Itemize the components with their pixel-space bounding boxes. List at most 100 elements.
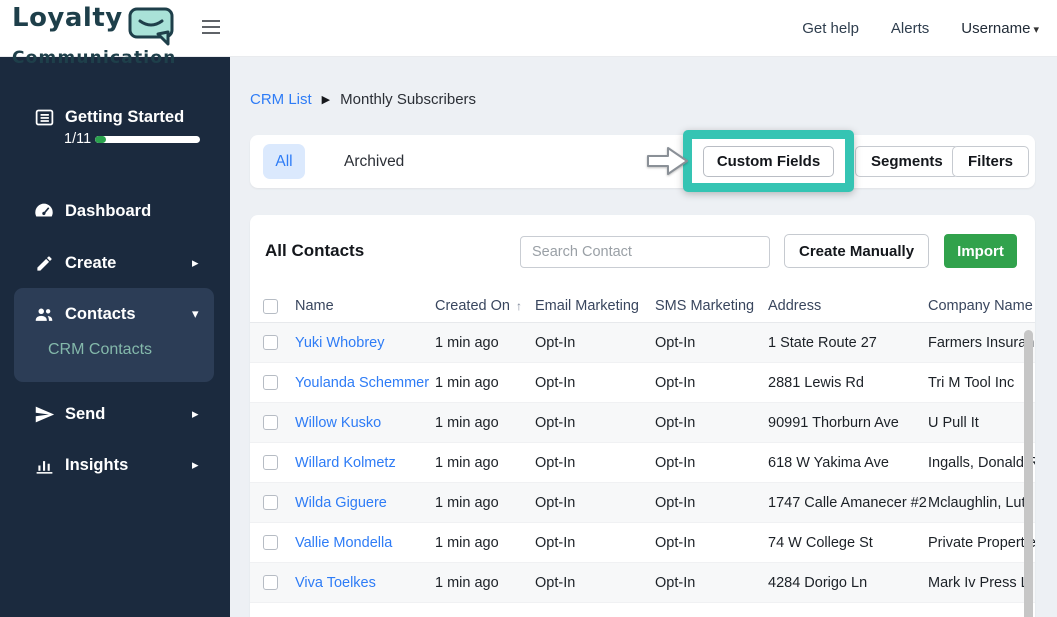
- segments-button[interactable]: Segments: [855, 146, 959, 177]
- annotation-arrow-icon: [647, 147, 688, 175]
- column-header-sms-marketing[interactable]: SMS Marketing: [655, 298, 768, 314]
- chevron-down-icon: ▾: [192, 306, 199, 321]
- cell-company-name: Ingalls, Donald R: [928, 454, 1035, 471]
- cell-created-on: 1 min ago: [435, 494, 499, 511]
- sidebar-item-getting-started[interactable]: Getting Started: [0, 104, 230, 130]
- table-row: Vallie Mondella 1 min ago Opt-In Opt-In …: [250, 523, 1035, 563]
- import-button[interactable]: Import: [944, 234, 1017, 268]
- alerts-link[interactable]: Alerts: [891, 20, 929, 37]
- column-header-email-marketing[interactable]: Email Marketing: [535, 298, 655, 314]
- cell-company-name: Mark Iv Press Lt: [928, 574, 1033, 591]
- breadcrumb-current: Monthly Subscribers: [340, 91, 477, 108]
- row-checkbox[interactable]: [263, 575, 278, 590]
- breadcrumb-crm-list-link[interactable]: CRM List: [250, 91, 312, 108]
- cell-created-on: 1 min ago: [435, 334, 499, 351]
- cell-email-marketing: Opt-In: [535, 334, 576, 351]
- getting-started-label: Getting Started: [65, 107, 185, 126]
- column-header-address[interactable]: Address: [768, 298, 928, 314]
- pencil-icon: [33, 252, 55, 274]
- create-manually-button[interactable]: Create Manually: [784, 234, 930, 268]
- contact-name-link[interactable]: Willow Kusko: [295, 415, 381, 431]
- chevron-right-icon: ▸: [192, 255, 199, 270]
- send-label: Send: [65, 404, 106, 423]
- cell-address: 4284 Dorigo Ln: [768, 574, 868, 591]
- cell-sms-marketing: Opt-In: [655, 574, 696, 591]
- cell-created-on: 1 min ago: [435, 534, 499, 551]
- table-row: Willow Kusko 1 min ago Opt-In Opt-In 909…: [250, 403, 1035, 443]
- select-all-checkbox[interactable]: [263, 298, 278, 314]
- top-bar: Loyalty Communication Get help Alerts Us…: [0, 0, 1057, 67]
- row-checkbox[interactable]: [263, 335, 278, 350]
- cell-email-marketing: Opt-In: [535, 374, 576, 391]
- row-checkbox[interactable]: [263, 535, 278, 550]
- cell-sms-marketing: Opt-In: [655, 414, 696, 431]
- dashboard-label: Dashboard: [65, 201, 152, 220]
- cell-address: 1 State Route 27: [768, 334, 877, 351]
- main-content: CRM List ▶ Monthly Subscribers All Archi…: [230, 57, 1057, 617]
- cell-address: 2881 Lewis Rd: [768, 374, 864, 391]
- cell-sms-marketing: Opt-In: [655, 454, 696, 471]
- contact-name-link[interactable]: Vallie Mondella: [295, 535, 392, 551]
- bar-chart-icon: [33, 454, 55, 476]
- cell-address: 1747 Calle Amanecer #2: [768, 494, 927, 511]
- get-help-link[interactable]: Get help: [802, 20, 859, 37]
- table-scrollbar-thumb[interactable]: [1024, 330, 1033, 617]
- contacts-panel: All Contacts Create Manually Import Name…: [250, 215, 1035, 617]
- cell-email-marketing: Opt-In: [535, 534, 576, 551]
- table-row: Youlanda Schemmer 1 min ago Opt-In Opt-I…: [250, 363, 1035, 403]
- search-input[interactable]: [520, 236, 770, 268]
- cell-company-name: U Pull It: [928, 414, 979, 431]
- row-checkbox[interactable]: [263, 375, 278, 390]
- cell-sms-marketing: Opt-In: [655, 334, 696, 351]
- annotation-highlight-box: Custom Fields: [683, 130, 854, 192]
- column-header-created-on[interactable]: Created On ↑: [435, 298, 535, 314]
- cell-company-name: Private Propertie: [928, 534, 1035, 551]
- dashboard-gauge-icon: [33, 200, 55, 222]
- insights-label: Insights: [65, 455, 129, 474]
- sidebar-item-dashboard[interactable]: Dashboard: [0, 198, 230, 224]
- filters-button[interactable]: Filters: [952, 146, 1030, 177]
- progress-fill: [95, 136, 106, 143]
- table-header-row: Name Created On ↑ Email Marketing SMS Mar…: [250, 290, 1035, 323]
- hamburger-menu-icon[interactable]: [202, 20, 222, 36]
- tab-archived[interactable]: Archived: [330, 144, 418, 179]
- username-menu[interactable]: Username ▾: [961, 20, 1039, 37]
- speech-bubble-icon: [128, 6, 174, 51]
- table-row: Willard Kolmetz 1 min ago Opt-In Opt-In …: [250, 443, 1035, 483]
- progress-count: 1/11: [64, 131, 92, 147]
- contact-name-link[interactable]: Wilda Giguere: [295, 495, 387, 511]
- cell-created-on: 1 min ago: [435, 454, 499, 471]
- breadcrumb: CRM List ▶ Monthly Subscribers: [250, 91, 476, 108]
- cell-address: 618 W Yakima Ave: [768, 454, 889, 471]
- cell-address: 90991 Thorburn Ave: [768, 414, 899, 431]
- tab-all[interactable]: All: [263, 144, 305, 179]
- chevron-down-icon: ▾: [1033, 24, 1039, 36]
- created-on-label: Created On: [435, 298, 510, 314]
- column-header-name[interactable]: Name: [295, 298, 435, 314]
- row-checkbox[interactable]: [263, 495, 278, 510]
- table-row: Viva Toelkes 1 min ago Opt-In Opt-In 428…: [250, 563, 1035, 603]
- sort-ascending-icon: ↑: [515, 299, 522, 313]
- row-checkbox[interactable]: [263, 415, 278, 430]
- sidebar-item-contacts[interactable]: Contacts ▾: [0, 301, 230, 327]
- contacts-people-icon: [33, 303, 55, 325]
- chevron-right-icon: ▸: [192, 457, 199, 472]
- sidebar-item-insights[interactable]: Insights ▸: [0, 452, 230, 478]
- row-checkbox[interactable]: [263, 455, 278, 470]
- sidebar-item-create[interactable]: Create ▸: [0, 250, 230, 276]
- column-header-company-name[interactable]: Company Name: [928, 298, 1035, 314]
- contact-name-link[interactable]: Viva Toelkes: [295, 575, 376, 591]
- cell-email-marketing: Opt-In: [535, 454, 576, 471]
- chevron-right-icon: ▸: [192, 406, 199, 421]
- sidebar-item-send[interactable]: Send ▸: [0, 401, 230, 427]
- contact-name-link[interactable]: Willard Kolmetz: [295, 455, 396, 471]
- contact-name-link[interactable]: Youlanda Schemmer: [295, 375, 429, 391]
- cell-company-name: Farmers Insuran: [928, 334, 1035, 351]
- contact-name-link[interactable]: Yuki Whobrey: [295, 335, 384, 351]
- sidebar: Getting Started 1/11 Dashboard Create ▸: [0, 57, 230, 617]
- app-logo[interactable]: Loyalty Communication: [12, 4, 177, 67]
- cell-sms-marketing: Opt-In: [655, 494, 696, 511]
- sidebar-item-crm-contacts[interactable]: CRM Contacts: [48, 341, 152, 359]
- custom-fields-button[interactable]: Custom Fields: [702, 145, 835, 177]
- logo-text-line2: Communication: [12, 48, 177, 68]
